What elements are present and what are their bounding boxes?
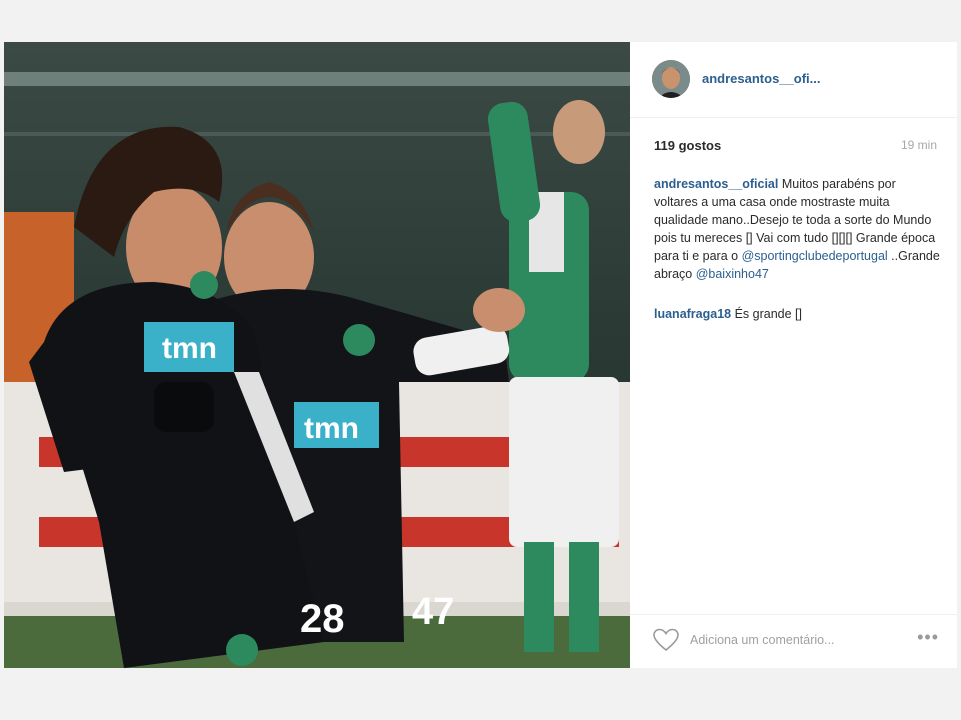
post-meta: 119 gostos 19 min: [654, 138, 937, 156]
sponsor-text-front: tmn: [162, 332, 217, 365]
instagram-post: tmn tmn 28 47 andresantos__ofi... 119 go…: [4, 42, 957, 668]
post-timestamp: 19 min: [900, 138, 937, 152]
shirt-number-back: 47: [412, 591, 454, 633]
post-photo[interactable]: tmn tmn 28 47: [4, 42, 630, 668]
shirt-number-front: 28: [300, 597, 345, 641]
avatar[interactable]: [652, 60, 690, 98]
comment-author-link[interactable]: luanafraga18: [654, 307, 731, 321]
likes-count[interactable]: 119 gostos: [654, 138, 721, 153]
post-side-panel: andresantos__ofi... 119 gostos 19 min an…: [630, 42, 957, 668]
sponsor-text-back: tmn: [304, 412, 359, 445]
comment-item: luanafraga18 És grande []: [654, 305, 940, 323]
post-footer: •••: [630, 614, 957, 668]
post-caption: andresantos__oficial Muitos parabéns por…: [654, 175, 940, 283]
comment-text: És grande []: [731, 307, 802, 321]
heart-icon[interactable]: [652, 628, 680, 652]
caption-author-link[interactable]: andresantos__oficial: [654, 177, 778, 191]
avatar-image: [652, 60, 690, 98]
mention-link-baixinho[interactable]: @baixinho47: [696, 267, 769, 281]
post-header: andresantos__ofi...: [630, 42, 957, 118]
mention-link-sporting[interactable]: @sportingclubedeportugal: [742, 249, 888, 263]
username-link[interactable]: andresantos__ofi...: [702, 71, 820, 86]
football-celebration-image: tmn tmn 28 47: [4, 42, 630, 668]
more-options-button[interactable]: •••: [917, 627, 939, 648]
comment-input[interactable]: [690, 629, 890, 651]
